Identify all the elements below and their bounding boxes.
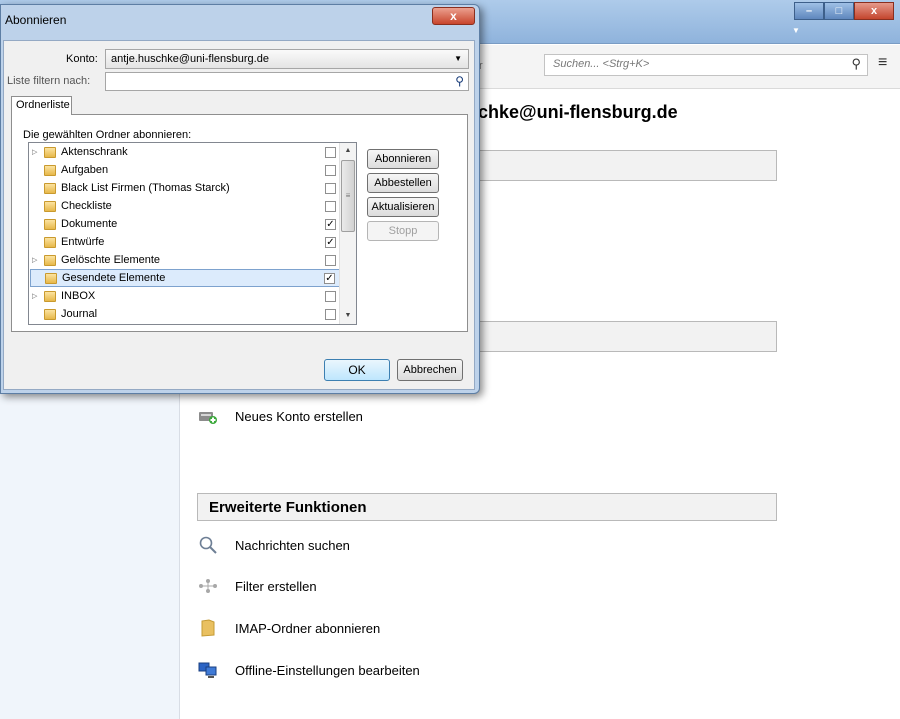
folder-list-panel: Die gewählten Ordner abonnieren: ▷ Aktens… xyxy=(11,114,468,332)
folder-name: Checkliste xyxy=(61,200,112,212)
new-account-icon xyxy=(197,407,219,425)
subscribe-checkbox[interactable] xyxy=(325,182,336,194)
folder-row[interactable]: Journal xyxy=(30,305,340,323)
create-filter-label: Filter erstellen xyxy=(235,578,317,594)
folder-row[interactable]: Checkliste xyxy=(30,197,340,215)
folder-icon xyxy=(44,308,56,320)
expand-arrow-icon[interactable]: ▷ xyxy=(32,256,41,264)
scroll-thumb[interactable]: ≡ xyxy=(341,160,355,232)
konto-value: antje.huschke@uni-flensburg.de xyxy=(111,53,269,65)
folder-icon xyxy=(45,272,57,284)
folder-name: Aufgaben xyxy=(61,164,109,176)
window-controls: – □ x xyxy=(794,2,894,20)
konto-label: Konto: xyxy=(66,53,98,65)
subscribe-checkbox[interactable]: ✓ xyxy=(325,218,336,230)
folder-name: Black List Firmen (Thomas Starck) xyxy=(61,182,230,194)
folder-row[interactable]: Black List Firmen (Thomas Starck) xyxy=(30,179,340,197)
search-messages-label: Nachrichten suchen xyxy=(235,537,350,553)
folder-icon xyxy=(44,164,56,176)
folder-row[interactable]: ▷ Gelöschte Elemente xyxy=(30,251,340,269)
folder-row[interactable]: ▷ Aktenschrank xyxy=(30,143,340,161)
chevron-down-icon: ▼ xyxy=(454,54,462,63)
subscribe-checkbox[interactable] xyxy=(325,290,336,302)
search-placeholder: Suchen... <Strg+K> xyxy=(553,58,650,70)
folder-row[interactable]: Dokumente ✓ xyxy=(30,215,340,233)
subscribe-dialog: Abonnieren x Konto: antje.huschke@uni-fl… xyxy=(0,4,480,394)
search-icon[interactable]: ⚲ xyxy=(851,56,861,72)
folder-row[interactable]: Gesendete Elemente ✓ xyxy=(30,269,340,287)
filter-icon xyxy=(197,577,219,595)
dialog-close-button[interactable]: x xyxy=(432,7,475,25)
search-icon[interactable]: ⚲ xyxy=(455,74,464,88)
subscribe-button[interactable]: Abonnieren xyxy=(367,149,439,169)
search-input[interactable]: Suchen... <Strg+K> ⚲ xyxy=(544,54,868,76)
folder-icon xyxy=(44,146,56,158)
account-heading: chke@uni-flensburg.de xyxy=(478,102,678,122)
folder-icon xyxy=(44,236,56,248)
folder-name: Dokumente xyxy=(61,218,118,230)
expand-arrow-icon[interactable]: ▷ xyxy=(32,292,41,300)
folder-name: Entwürfe xyxy=(61,236,105,248)
folder-icon xyxy=(197,619,219,637)
subscribe-checkbox[interactable] xyxy=(325,254,336,266)
subscribe-checkbox[interactable] xyxy=(325,146,336,158)
offline-settings-action[interactable]: Offline-Einstellungen bearbeiten xyxy=(197,659,420,681)
folder-icon xyxy=(44,254,56,266)
folder-icon xyxy=(44,182,56,194)
offline-icon xyxy=(197,661,219,679)
scroll-up-arrow-icon[interactable]: ▲ xyxy=(340,143,356,159)
folder-icon xyxy=(44,290,56,302)
maximize-button[interactable]: □ xyxy=(824,2,854,20)
imap-subscribe-action[interactable]: IMAP-Ordner abonnieren xyxy=(197,617,380,639)
folder-row[interactable]: ▷ INBOX xyxy=(30,287,340,305)
filter-label: Liste filtern nach: xyxy=(7,75,91,87)
advanced-functions-header: Erweiterte Funktionen xyxy=(197,493,777,521)
folder-row[interactable]: Aufgaben xyxy=(30,161,340,179)
offline-settings-label: Offline-Einstellungen bearbeiten xyxy=(235,662,420,678)
minimize-button[interactable]: – xyxy=(794,2,824,20)
new-account-action[interactable]: Neues Konto erstellen xyxy=(197,405,363,427)
expand-arrow-icon[interactable]: ▷ xyxy=(32,148,41,156)
title-menu-arrow-icon[interactable]: ▼ xyxy=(792,26,800,35)
folder-name: Aktenschrank xyxy=(61,146,128,158)
folder-name: Gesendete Elemente xyxy=(62,272,166,284)
folder-name: INBOX xyxy=(61,290,96,302)
ok-button[interactable]: OK xyxy=(324,359,390,381)
new-account-label: Neues Konto erstellen xyxy=(235,408,363,424)
folder-icon xyxy=(44,218,56,230)
scroll-down-arrow-icon[interactable]: ▼ xyxy=(340,308,356,324)
unsubscribe-button[interactable]: Abbestellen xyxy=(367,173,439,193)
folder-row[interactable]: Entwürfe ✓ xyxy=(30,233,340,251)
refresh-button[interactable]: Aktualisieren xyxy=(367,197,439,217)
folder-tree-list[interactable]: ▷ Aktenschrank Aufgaben Black List Firmen (… xyxy=(28,142,357,325)
imap-subscribe-label: IMAP-Ordner abonnieren xyxy=(235,620,381,636)
subscribe-folders-label: Die gewählten Ordner abonnieren: xyxy=(23,129,192,141)
subscribe-checkbox[interactable]: ✓ xyxy=(325,236,336,248)
tab-folder-list[interactable]: Ordnerliste xyxy=(11,96,72,115)
filter-input[interactable]: ⚲ xyxy=(105,72,469,91)
folder-list-scrollbar[interactable]: ▲ ≡ ▼ xyxy=(339,143,356,324)
dialog-body: Konto: antje.huschke@uni-flensburg.de ▼ … xyxy=(3,40,475,390)
dialog-title: Abonnieren xyxy=(5,13,67,27)
cancel-button[interactable]: Abbrechen xyxy=(397,359,463,381)
konto-select[interactable]: antje.huschke@uni-flensburg.de ▼ xyxy=(105,49,469,69)
subscribe-checkbox[interactable] xyxy=(325,164,336,176)
subscribe-checkbox[interactable] xyxy=(325,200,336,212)
subscribe-checkbox[interactable]: ✓ xyxy=(324,272,335,284)
folder-name: Gelöschte Elemente xyxy=(61,254,161,266)
search-icon xyxy=(197,536,219,554)
folder-name: Journal xyxy=(61,308,98,320)
stop-button[interactable]: Stopp xyxy=(367,221,439,241)
hamburger-menu-icon[interactable]: ≡ xyxy=(878,55,892,71)
close-window-button[interactable]: x xyxy=(854,2,894,20)
create-filter-action[interactable]: Filter erstellen xyxy=(197,575,317,597)
folder-icon xyxy=(44,200,56,212)
subscribe-checkbox[interactable] xyxy=(325,308,336,320)
search-messages-action[interactable]: Nachrichten suchen xyxy=(197,534,350,556)
